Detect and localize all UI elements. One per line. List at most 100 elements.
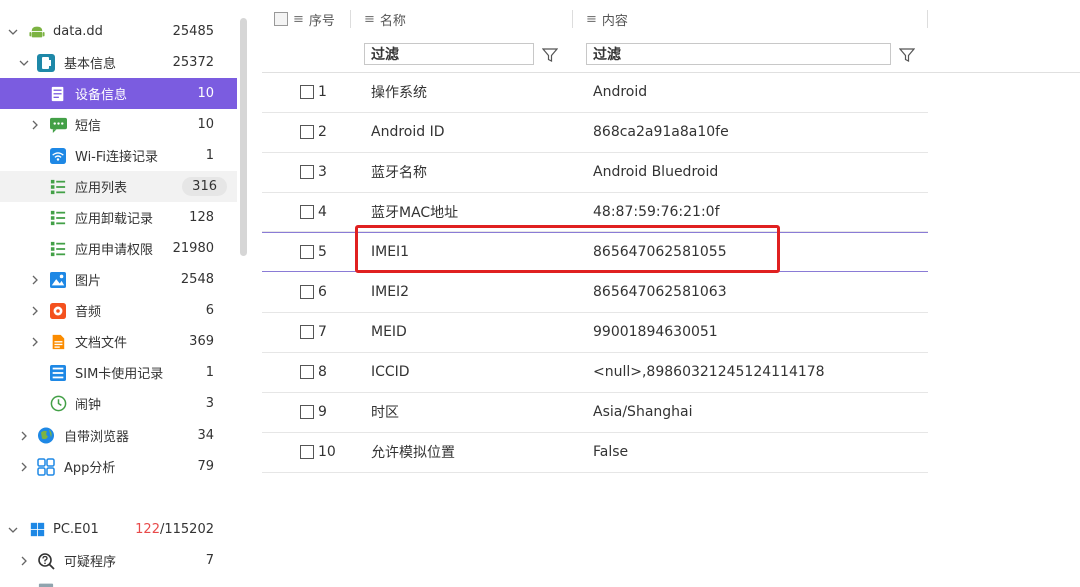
seq-cell: 6: [300, 272, 327, 312]
filter-icon[interactable]: [899, 47, 915, 63]
tree-node-app-permissions[interactable]: 应用申请权限 21980: [0, 233, 237, 264]
row-name: MEID: [371, 324, 407, 340]
row-checkbox[interactable]: [300, 285, 314, 299]
sms-icon: [49, 116, 67, 134]
row-checkbox[interactable]: [300, 125, 314, 139]
list-icon: [49, 178, 67, 196]
row-seq: 8: [318, 364, 327, 380]
column-divider[interactable]: [350, 10, 351, 28]
tree-node-basic-info[interactable]: 基本信息 25372: [0, 47, 237, 78]
tree-node-sms[interactable]: 短信 10: [0, 109, 237, 140]
table-row[interactable]: 1 操作系统 Android: [262, 72, 928, 113]
tree-node-documents[interactable]: 文档文件 369: [0, 326, 237, 357]
chevron-right-icon[interactable]: [18, 545, 30, 576]
tree-label: 应用申请权限: [75, 243, 154, 258]
magnifier-question-icon: [37, 552, 55, 570]
seq-cell: 4: [300, 192, 327, 232]
table-row[interactable]: 6 IMEI2 865647062581063: [262, 272, 928, 313]
header-name[interactable]: ≡ 名称: [364, 0, 406, 38]
row-checkbox[interactable]: [300, 365, 314, 379]
header-seq[interactable]: ≡ 序号: [274, 0, 335, 38]
tree-node-device[interactable]: data.dd 25485: [0, 16, 237, 47]
tree-label: 短信: [75, 119, 102, 134]
seq-cell: 1: [300, 72, 327, 112]
tree-node-images[interactable]: 图片 2548: [0, 264, 237, 295]
column-divider[interactable]: [927, 10, 928, 28]
tree-label: 闹钟: [75, 398, 102, 413]
tree-node-sim[interactable]: SIM卡使用记录 1: [0, 357, 237, 388]
tree-node-app-list[interactable]: 应用列表 316: [0, 171, 237, 202]
name-filter-input[interactable]: 过滤: [364, 43, 534, 65]
row-checkbox[interactable]: [300, 85, 314, 99]
tree-node-alarm[interactable]: 闹钟 3: [0, 388, 237, 419]
chevron-right-icon[interactable]: [29, 326, 41, 357]
row-checkbox[interactable]: [300, 245, 314, 259]
tree-count: 369: [189, 334, 214, 349]
tree-count-total: /115202: [159, 522, 214, 537]
table-row[interactable]: 7 MEID 99001894630051: [262, 312, 928, 353]
header-label: 名称: [379, 13, 406, 29]
tree-count: 10: [197, 86, 214, 101]
tree-label: SIM卡使用记录: [75, 367, 164, 382]
tree-node-app-analysis[interactable]: App分析 79: [0, 451, 237, 482]
chevron-right-icon[interactable]: [29, 264, 41, 295]
sidebar-scrollbar[interactable]: [240, 18, 247, 256]
highlight-annotation-box: [355, 225, 780, 273]
table-header: ≡ 序号 ≡ 名称 ≡ 内容: [262, 0, 1080, 38]
sim-card-icon: [49, 364, 67, 382]
content-filter-input[interactable]: 过滤: [586, 43, 891, 65]
row-value: 865647062581063: [593, 284, 727, 300]
chevron-right-icon[interactable]: [29, 109, 41, 140]
seq-cell: 7: [300, 312, 327, 352]
row-value: Android Bluedroid: [593, 164, 719, 180]
seq-cell: 10: [300, 432, 336, 472]
row-checkbox[interactable]: [300, 205, 314, 219]
windows-icon: [28, 521, 46, 539]
tree-node-pc[interactable]: PC.E01 122/115202: [0, 514, 237, 545]
select-all-checkbox[interactable]: [274, 12, 288, 26]
column-menu-icon[interactable]: ≡: [586, 12, 597, 27]
column-menu-icon[interactable]: ≡: [293, 12, 304, 27]
column-menu-icon[interactable]: ≡: [364, 12, 375, 27]
table-row[interactable]: 9 时区 Asia/Shanghai: [262, 392, 928, 433]
table-row[interactable]: 3 蓝牙名称 Android Bluedroid: [262, 152, 928, 193]
chevron-right-icon[interactable]: [18, 420, 30, 451]
column-divider[interactable]: [572, 10, 573, 28]
table-row[interactable]: 2 Android ID 868ca2a91a8a10fe: [262, 112, 928, 153]
chevron-down-icon[interactable]: [7, 16, 19, 47]
tree-label: 应用列表: [75, 181, 128, 196]
row-name: ICCID: [371, 364, 410, 380]
document-icon: [49, 85, 67, 103]
tree-node-suspicious[interactable]: 可疑程序 7: [0, 545, 237, 576]
row-checkbox[interactable]: [300, 325, 314, 339]
browser-icon: [37, 427, 55, 445]
seq-cell: 2: [300, 112, 327, 152]
android-icon: [28, 23, 46, 41]
tree-label: PC.E01: [53, 522, 99, 537]
tree-node-browser[interactable]: 自带浏览器 34: [0, 420, 237, 451]
row-name: 蓝牙名称: [371, 165, 427, 181]
row-checkbox[interactable]: [300, 445, 314, 459]
row-checkbox[interactable]: [300, 165, 314, 179]
row-seq: 1: [318, 84, 327, 100]
chevron-down-icon[interactable]: [7, 514, 19, 545]
image-icon: [49, 271, 67, 289]
tree-node-wifi[interactable]: Wi-Fi连接记录 1: [0, 140, 237, 171]
filter-icon[interactable]: [542, 47, 558, 63]
tree-node-partial[interactable]: [0, 576, 237, 587]
chevron-right-icon[interactable]: [29, 295, 41, 326]
row-checkbox[interactable]: [300, 405, 314, 419]
table-row[interactable]: 10 允许模拟位置 False: [262, 432, 928, 473]
chevron-right-icon[interactable]: [18, 451, 30, 482]
tree-label: Wi-Fi连接记录: [75, 150, 159, 165]
tree-count-hit: 122: [135, 522, 160, 537]
table-row[interactable]: 8 ICCID <null>,89860321245124114178: [262, 352, 928, 393]
tree-node-device-info[interactable]: 设备信息 10: [0, 78, 237, 109]
header-content[interactable]: ≡ 内容: [586, 0, 628, 38]
seq-cell: 9: [300, 392, 327, 432]
chevron-down-icon[interactable]: [18, 47, 30, 78]
tree-node-audio[interactable]: 音频 6: [0, 295, 237, 326]
tree-node-app-uninstall[interactable]: 应用卸载记录 128: [0, 202, 237, 233]
tree-count: 79: [197, 459, 214, 474]
row-name: 操作系统: [371, 85, 427, 101]
